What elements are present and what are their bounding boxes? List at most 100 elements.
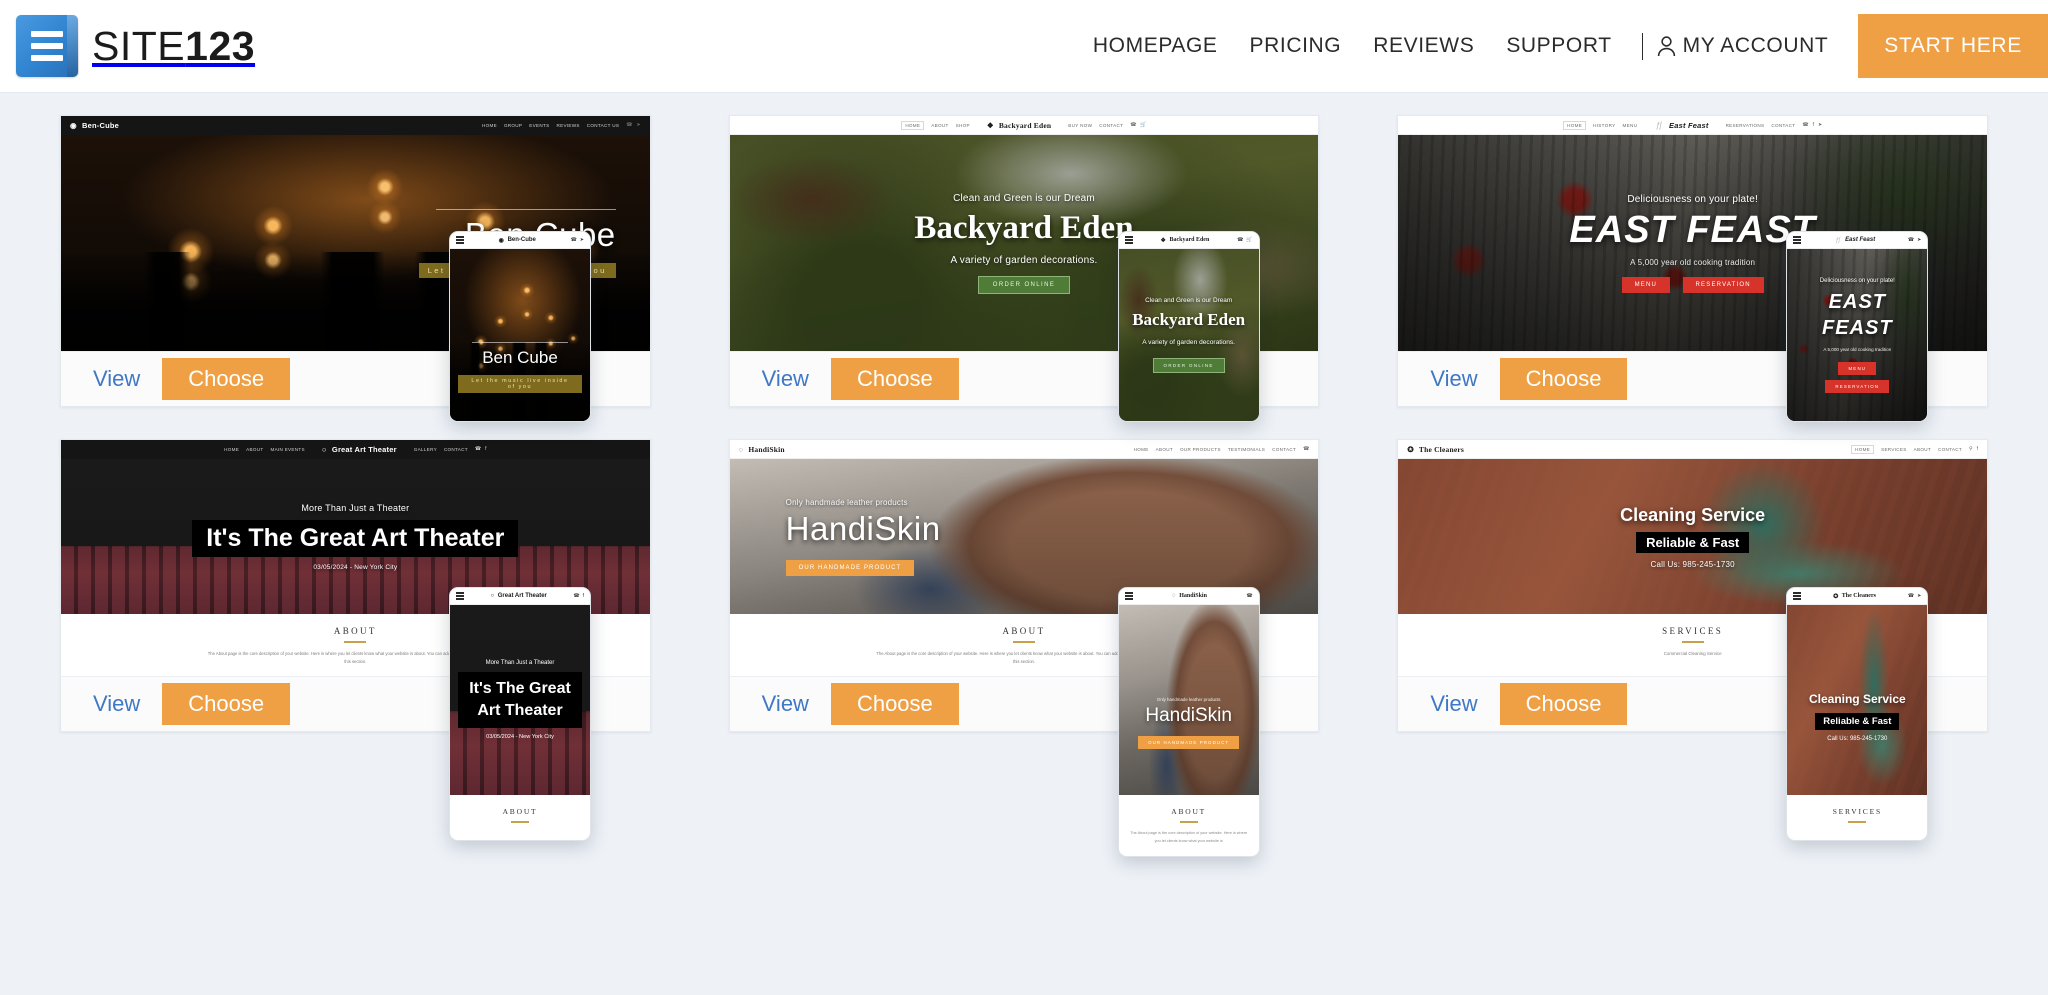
choose-button[interactable]: Choose	[1500, 358, 1628, 400]
hero-cta-button[interactable]: OUR HANDMADE PRODUCT	[1138, 736, 1239, 749]
preview-nav-item: ABOUT	[1156, 447, 1173, 452]
nav-homepage[interactable]: HOMEPAGE	[1077, 34, 1234, 58]
choose-button[interactable]: Choose	[162, 683, 290, 725]
view-link[interactable]: View	[762, 366, 809, 392]
preview-nav-item: SHOP	[956, 123, 970, 128]
brand-logo-link[interactable]: SITE123	[16, 15, 255, 77]
view-link[interactable]: View	[93, 366, 140, 392]
preview-nav-item: RESERVATIONS	[1726, 123, 1765, 128]
hero-menu-button[interactable]: MENU	[1838, 362, 1876, 375]
phone-icon: ☎	[1246, 593, 1252, 599]
phone-icon: ☎	[1237, 237, 1243, 243]
site123-logo-icon	[16, 15, 78, 77]
choose-button[interactable]: Choose	[162, 358, 290, 400]
preview-nav-item: HOME	[482, 123, 497, 128]
nav-pricing[interactable]: PRICING	[1234, 34, 1358, 58]
mobile-preview[interactable]: ◉ Ben-Cube ☎➤ Ben Cube Let the music liv…	[449, 231, 591, 422]
hero-cta-button[interactable]: OUR HANDMADE PRODUCT	[786, 560, 915, 576]
template-card-ben-cube[interactable]: ◉ Ben-Cube HOME GROUP EVENTS REVIEWS CON…	[60, 115, 651, 407]
facebook-icon: f	[583, 593, 584, 599]
mobile-preview[interactable]: ○ Great Art Theater ☎f More Than Just a …	[449, 587, 591, 841]
nav-reviews[interactable]: REVIEWS	[1357, 34, 1490, 58]
hero-reservation-button[interactable]: RESERVATION	[1825, 380, 1889, 393]
nav-support[interactable]: SUPPORT	[1490, 34, 1627, 58]
view-link[interactable]: View	[1430, 691, 1477, 717]
mobile-hero: More Than Just a Theater It's The Great …	[450, 605, 590, 795]
hero-cta-button[interactable]: ORDER ONLINE	[1153, 358, 1225, 373]
template-card-the-cleaners[interactable]: ✪ The Cleaners HOME SERVICES ABOUT CONTA…	[1397, 439, 1988, 732]
preview-nav-item: TESTIMONIALS	[1228, 447, 1265, 452]
mobile-hero: Cleaning Service Reliable & Fast Call Us…	[1787, 605, 1927, 795]
hero-title: Backyard Eden	[1127, 309, 1251, 330]
mobile-logo: ◉ Ben-Cube	[499, 237, 536, 244]
send-icon: ➤	[1917, 237, 1921, 243]
hero-kicker: Only handmade leather products	[1127, 697, 1251, 702]
preview-nav-item: CONTACT	[1771, 123, 1795, 128]
choose-button[interactable]: Choose	[1500, 683, 1628, 725]
view-link[interactable]: View	[1430, 366, 1477, 392]
mobile-navbar: ❖ Backyard Eden ☎🛒	[1119, 232, 1259, 249]
services-divider	[1682, 641, 1704, 643]
preview-navbar: HOME ABOUT SHOP ❖ Backyard Eden BUY NOW …	[730, 116, 1319, 135]
hamburger-icon[interactable]	[1125, 592, 1133, 599]
brand-name-bold: 123	[185, 23, 255, 69]
mobile-navbar: ○ Great Art Theater ☎f	[450, 588, 590, 605]
mobile-preview[interactable]: ❖ Backyard Eden ☎🛒 Clean and Green is ou…	[1118, 231, 1260, 422]
nav-divider	[1642, 33, 1643, 60]
start-here-button[interactable]: START HERE	[1858, 14, 2048, 78]
mobile-preview[interactable]: ◌ HandiSkin ☎ Only handmade leather prod…	[1118, 587, 1260, 857]
about-divider	[1180, 821, 1198, 823]
template-card-backyard-eden[interactable]: HOME ABOUT SHOP ❖ Backyard Eden BUY NOW …	[729, 115, 1320, 407]
facebook-icon: f	[1977, 446, 1978, 452]
choose-button[interactable]: Choose	[831, 683, 959, 725]
preview-nav-item: BUY NOW	[1068, 123, 1092, 128]
preview-nav-item: ABOUT	[246, 447, 263, 452]
preview-nav-item: GROUP	[504, 123, 522, 128]
mobile-preview[interactable]: ✪ The Cleaners ☎➤ Cleaning Service Relia…	[1786, 587, 1928, 841]
brand-name: SITE123	[92, 23, 255, 70]
view-link[interactable]: View	[93, 691, 140, 717]
phone-icon: ☎	[1130, 122, 1136, 128]
phone-icon: ☎	[626, 122, 632, 128]
preview-navbar: HOME ABOUT MAIN EVENTS ○ Great Art Theat…	[61, 440, 650, 459]
mobile-preview[interactable]: 🍴 East Feast ☎➤ Deliciousness on your pl…	[1786, 231, 1928, 422]
my-account-link[interactable]: MY ACCOUNT	[1657, 34, 1843, 58]
choose-button[interactable]: Choose	[831, 358, 959, 400]
hero-kicker: More Than Just a Theater	[61, 503, 650, 513]
hero-badge: Reliable & Fast	[1815, 713, 1899, 730]
preview-nav-item: HOME	[1563, 121, 1586, 130]
mobile-about-section: ABOUT The About page is the core descrip…	[1119, 795, 1259, 856]
hero-reservation-button[interactable]: RESERVATION	[1683, 277, 1764, 293]
mobile-logo: ❖ Backyard Eden	[1161, 237, 1210, 244]
preview-logo: ○ Great Art Theater	[322, 445, 397, 454]
hero-background	[450, 249, 590, 421]
preview-nav-item: HOME	[1134, 447, 1149, 452]
hero-cta-button[interactable]: ORDER ONLINE	[978, 276, 1070, 294]
hero-subtitle: Call Us: 985-245-1730	[1398, 560, 1987, 569]
hero-menu-button[interactable]: MENU	[1622, 277, 1670, 293]
template-card-great-art-theater[interactable]: HOME ABOUT MAIN EVENTS ○ Great Art Theat…	[60, 439, 651, 732]
hamburger-icon[interactable]	[456, 236, 464, 243]
hero-title: EAST FEAST	[1795, 289, 1919, 341]
hamburger-icon[interactable]	[1125, 236, 1133, 243]
preview-nav-item: GALLERY	[414, 447, 437, 452]
hamburger-icon[interactable]	[1793, 592, 1801, 599]
share-icon: ➤	[636, 122, 640, 128]
mobile-logo: 🍴 East Feast	[1834, 237, 1875, 244]
template-grid: ◉ Ben-Cube HOME GROUP EVENTS REVIEWS CON…	[0, 93, 2048, 732]
preview-nav-item: HOME	[224, 447, 239, 452]
template-card-east-feast[interactable]: HOME HISTORY MENU 🍴 East Feast RESERVATI…	[1397, 115, 1988, 407]
phone-icon: ☎	[1908, 237, 1914, 243]
services-divider	[1848, 821, 1866, 823]
search-icon: ⚲	[1969, 446, 1973, 452]
hamburger-icon[interactable]	[456, 592, 464, 599]
phone-icon: ☎	[571, 237, 577, 243]
preview-nav-item: ABOUT	[931, 123, 948, 128]
preview-nav-item: CONTACT US	[587, 123, 619, 128]
mobile-about-section: ABOUT	[450, 795, 590, 840]
hero-subtitle: A variety of garden decorations.	[1127, 337, 1251, 348]
view-link[interactable]: View	[762, 691, 809, 717]
hamburger-icon[interactable]	[1793, 236, 1801, 243]
template-card-handiskin[interactable]: ◌ HandiSkin HOME ABOUT OUR PRODUCTS TEST…	[729, 439, 1320, 732]
phone-icon: ☎	[573, 593, 579, 599]
